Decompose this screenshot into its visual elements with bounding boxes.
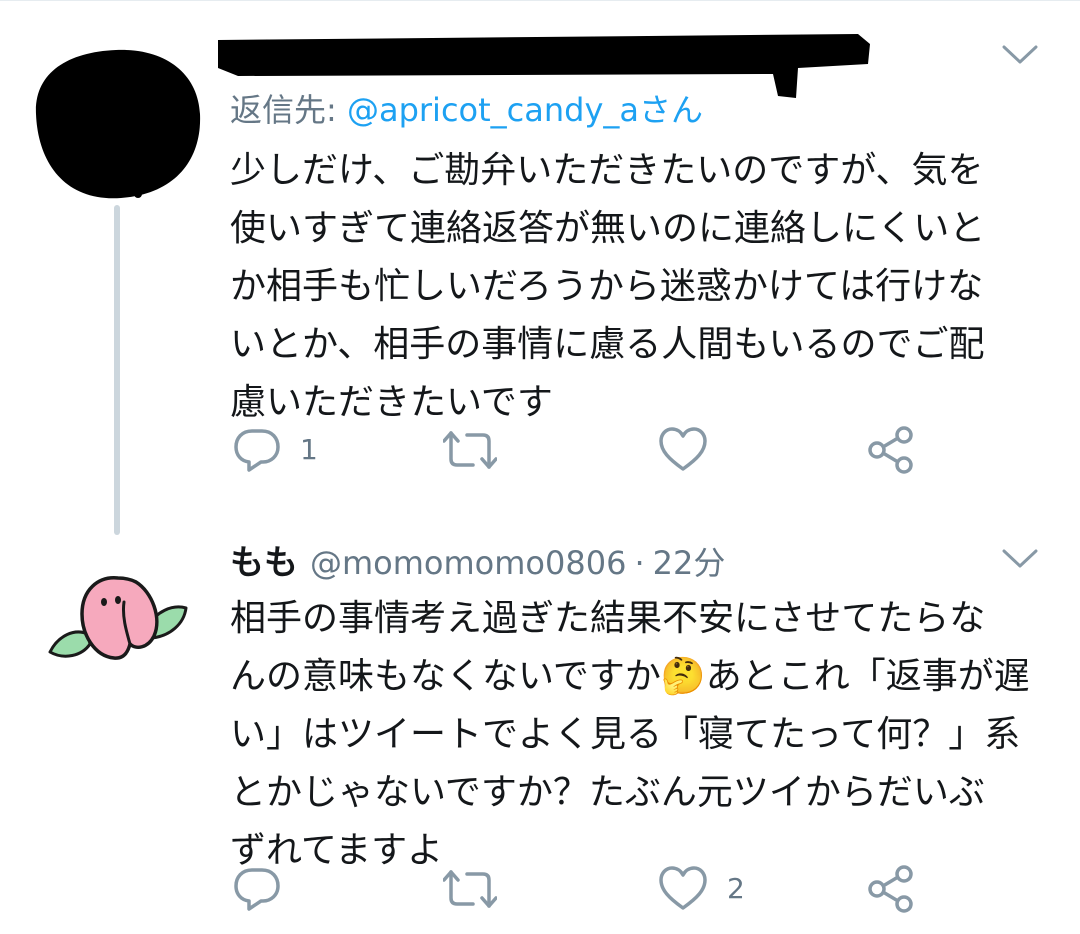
retweet-button[interactable] bbox=[443, 425, 515, 475]
tweet-text-line: 慮いただきたいです bbox=[230, 382, 553, 423]
tweet-text-line: い」はツイートでよく見る「寝てたって何？」系 bbox=[230, 714, 1021, 755]
reply-icon bbox=[234, 868, 280, 911]
share-button[interactable] bbox=[866, 425, 916, 475]
reply-button[interactable] bbox=[232, 864, 300, 914]
reply-count: 1 bbox=[300, 433, 318, 466]
reply-to-prefix: 返信先: bbox=[230, 91, 347, 129]
tweet-text-line: 少しだけ、ご勘弁いただきたいのですが、気を bbox=[230, 150, 984, 191]
reply-button[interactable]: 1 bbox=[232, 425, 318, 475]
redacted-avatar[interactable] bbox=[26, 44, 204, 204]
like-button[interactable]: 2 bbox=[657, 864, 745, 914]
tweet-text-line: か相手も忙しいだろうから迷惑かけては行けな bbox=[230, 266, 984, 307]
top-divider bbox=[0, 0, 1080, 1]
peach-avatar[interactable] bbox=[44, 572, 190, 676]
header-separator: · bbox=[634, 544, 645, 582]
tweet-text: 相手の事情考え過ぎた結果不安にさせてたらな んの意味もなくないですか🤔あとこれ「… bbox=[230, 590, 1040, 880]
tweet-text-line: ずれてますよ bbox=[230, 830, 444, 871]
reply-icon bbox=[234, 429, 280, 472]
heart-icon bbox=[659, 866, 707, 910]
tweet-text-line: いとか、相手の事情に慮る人間もいるのでご配 bbox=[230, 324, 985, 365]
tweet-header: もも @momomomo0806 · 22分 bbox=[230, 540, 725, 592]
tweet-text-line: とかじゃないですか？たぶん元ツイからだいぶ bbox=[230, 772, 985, 813]
reply-to-line: 返信先: @apricot_candy_aさん bbox=[230, 88, 703, 132]
heart-icon bbox=[659, 427, 707, 471]
tweet-text: 少しだけ、ご勘弁いただきたいのですが、気を 使いすぎて連絡返答が無いのに連絡しに… bbox=[230, 142, 1040, 432]
share-button[interactable] bbox=[866, 864, 916, 914]
tweet-text-line: んの意味もなくないですか🤔あとこれ「返事が遅 bbox=[230, 656, 1030, 697]
retweet-icon bbox=[443, 870, 497, 908]
share-icon bbox=[868, 426, 913, 474]
retweet-icon bbox=[443, 431, 497, 469]
author-name[interactable]: もも bbox=[230, 543, 298, 583]
like-count: 2 bbox=[727, 872, 745, 905]
author-handle[interactable]: @momomomo0806 bbox=[310, 544, 626, 582]
tweet-text-line: 相手の事情考え過ぎた結果不安にさせてたらな bbox=[230, 598, 986, 639]
chevron-down-icon[interactable] bbox=[1000, 546, 1040, 572]
tweet-text-line: 使いすぎて連絡返答が無いのに連絡しにくいと bbox=[230, 208, 986, 249]
retweet-button[interactable] bbox=[443, 864, 515, 914]
chevron-down-icon[interactable] bbox=[1000, 42, 1040, 68]
like-button[interactable] bbox=[657, 425, 727, 475]
reply-to-mention[interactable]: @apricot_candy_aさん bbox=[347, 91, 703, 129]
thread-connector bbox=[114, 205, 120, 535]
tweet-timestamp[interactable]: 22分 bbox=[653, 544, 726, 582]
share-icon bbox=[868, 865, 913, 913]
